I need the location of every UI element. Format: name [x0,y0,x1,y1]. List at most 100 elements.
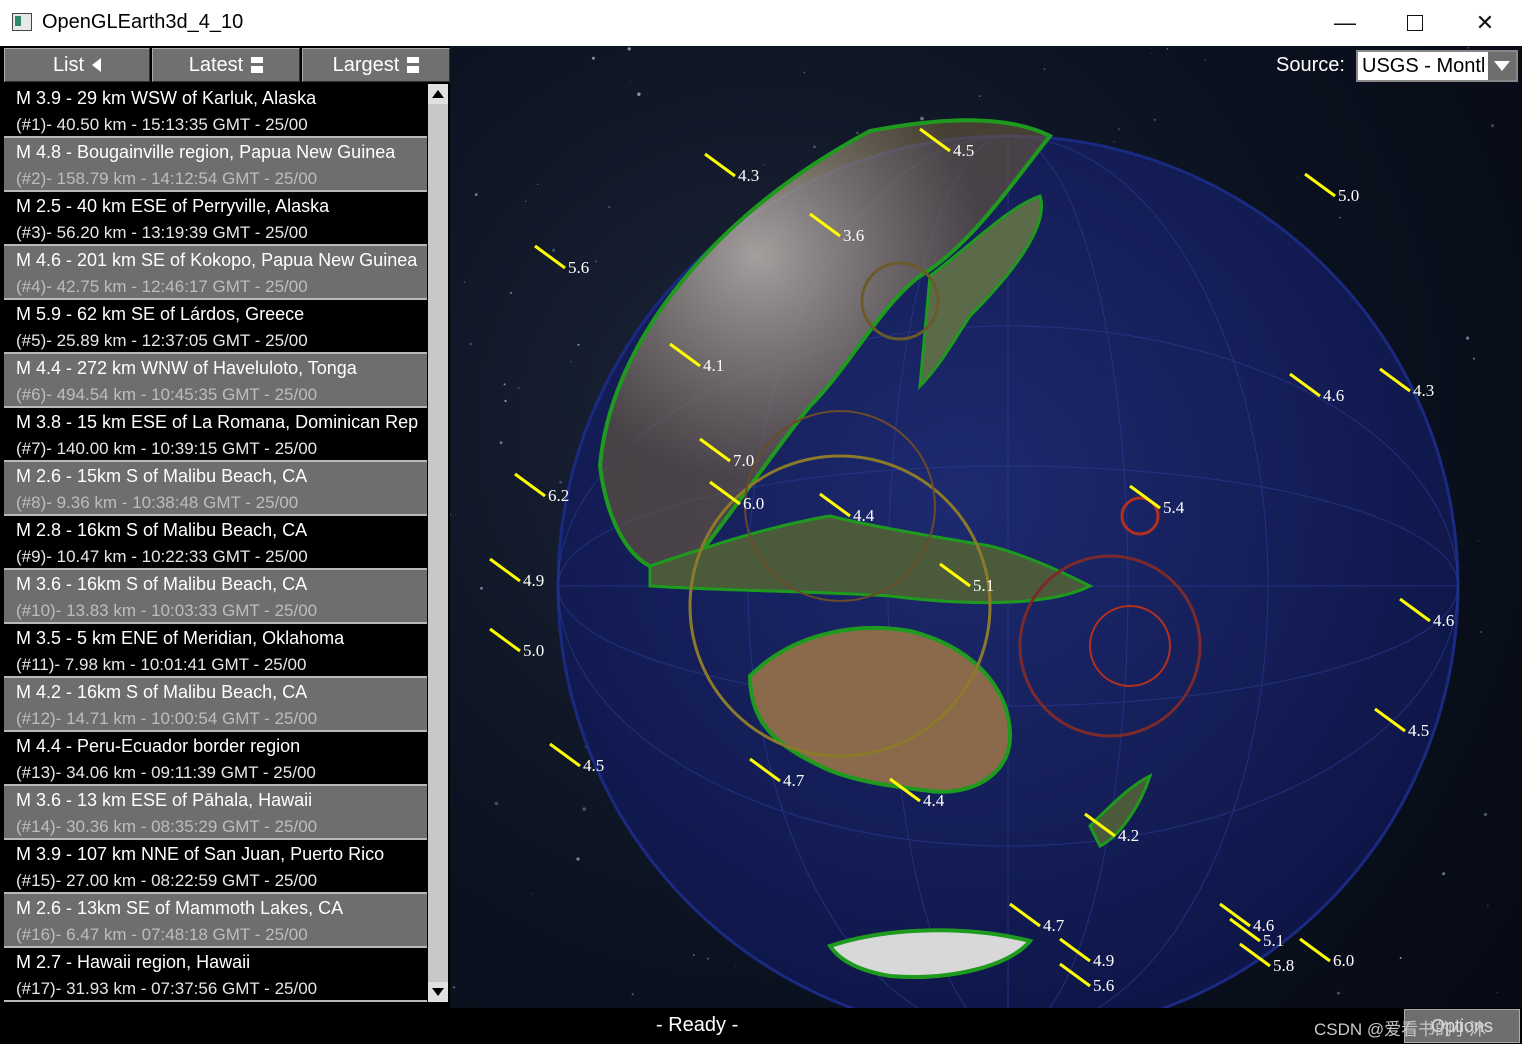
star [503,383,506,386]
list-item[interactable]: M 2.6 - 13km SE of Mammoth Lakes, CA (#16… [4,894,427,948]
magnitude-label: 4.4 [853,506,875,525]
list-item[interactable]: M 3.9 - 107 km NNE of San Juan, Puerto R… [4,840,427,894]
star [1151,52,1152,54]
magnitude-label: 4.5 [583,756,604,775]
quake-detail: (#8)- 9.36 km - 10:38:48 GMT - 25/00 [16,493,299,512]
magnitude-label: 4.9 [1093,951,1114,970]
star [525,200,527,202]
star [1490,124,1495,128]
star [463,281,466,283]
star [1478,540,1480,542]
chevron-down-icon [432,988,444,996]
quake-detail: (#16)- 6.47 km - 07:48:18 GMT - 25/00 [16,925,308,944]
quake-detail: (#13)- 34.06 km - 09:11:39 GMT - 25/00 [16,763,316,782]
quake-title: M 3.6 - 16km S of Malibu Beach, CA [16,574,308,594]
chevron-up-icon [432,90,444,98]
maximize-button[interactable] [1380,0,1450,46]
quake-title: M 4.4 - 272 km WNW of Haveluloto, Tonga [16,358,357,378]
list-item[interactable]: M 4.2 - 16km S of Malibu Beach, CA (#12)-… [4,678,427,732]
quake-title: M 2.8 - 16km S of Malibu Beach, CA [16,520,308,540]
magnitude-label: 5.1 [973,576,994,595]
list-item[interactable]: M 4.8 - Bougainville region, Papua New G… [4,138,427,192]
quake-detail: (#6)- 494.54 km - 10:45:35 GMT - 25/00 [16,385,318,404]
magnitude-label: 5.0 [1338,186,1359,205]
earthquake-list: M 3.9 - 29 km WSW of Karluk, Alaska (#1)-… [4,84,427,1002]
quake-detail: (#17)- 31.93 km - 07:37:56 GMT - 25/00 [16,979,318,998]
star [1336,991,1340,995]
source-label: Source: [1276,54,1345,76]
star [1153,118,1156,121]
star [469,342,472,346]
star [692,954,695,956]
star [1467,46,1470,49]
tab-largest[interactable]: Largest [302,48,450,82]
close-button[interactable]: ✕ [1450,0,1520,46]
star [494,801,499,806]
list-item[interactable]: M 3.9 - 29 km WSW of Karluk, Alaska (#1)-… [4,84,427,138]
magnitude-label: 5.0 [523,641,544,660]
magnitude-label: 6.0 [1333,951,1354,970]
list-item[interactable]: M 4.4 - 272 km WNW of Haveluloto, Tonga (… [4,354,427,408]
list-item[interactable]: M 3.8 - 15 km ESE of La Romana, Dominica… [4,408,427,462]
star [577,343,580,346]
quake-marker [704,152,736,178]
list-item[interactable]: M 2.5 - 40 km ESE of Perryville, Alaska (… [4,192,427,246]
tab-list[interactable]: List [4,48,150,82]
star [517,387,520,389]
quake-detail: (#11)- 7.98 km - 10:01:41 GMT - 25/00 [16,655,307,674]
watermark: CSDN @爱看书的小沐 [1314,1020,1487,1039]
magnitude-label: 5.4 [1163,498,1185,517]
quake-detail: (#14)- 30.36 km - 08:35:29 GMT - 25/00 [16,817,318,836]
magnitude-label: 4.1 [703,356,724,375]
list-item[interactable]: M 5.9 - 62 km SE of Lárdos, Greece (#5)- … [4,300,427,354]
star [637,92,641,96]
quake-detail: (#7)- 140.00 km - 10:39:15 GMT - 25/00 [16,439,318,458]
star [856,131,859,135]
list-item[interactable]: M 3.5 - 5 km ENE of Meridian, Oklahoma (#… [4,624,427,678]
list-tabs: List Latest Largest [4,48,450,82]
source-dropdown[interactable]: USGS - Montl [1356,50,1518,82]
star [1487,904,1489,907]
magnitude-label: 4.6 [1433,611,1454,630]
star [1480,631,1482,633]
star [559,480,563,484]
maximize-icon [1407,15,1423,31]
magnitude-label: 6.0 [743,494,764,513]
list-item[interactable]: M 2.8 - 16km S of Malibu Beach, CA (#9)- … [4,516,427,570]
globe-canvas[interactable]: 7.0 6.2 6.0 5.4 5.1 5.0 4.9 4.5 4.6 5.6 4.4 4.7 5.8 6… [450,46,1522,1008]
list-item[interactable]: M 2.6 - 15km S of Malibu Beach, CA (#8)- … [4,462,427,516]
list-item[interactable]: M 3.6 - 16km S of Malibu Beach, CA (#10)-… [4,570,427,624]
status-bar: - Ready - Options CSDN @爱看书的小沐 [0,1008,1522,1044]
list-item[interactable]: M 4.6 - 201 km SE of Kokopo, Papua New G… [4,246,427,300]
list-scrollbar[interactable] [428,84,448,1002]
minimize-button[interactable]: — [1310,0,1380,46]
quake-title: M 4.4 - Peru-Ecuador border region [16,736,301,756]
star [608,206,611,208]
scroll-up-button[interactable] [428,84,448,104]
star [735,965,737,967]
quake-title: M 2.7 - Hawaii region, Hawaii [16,952,251,972]
quake-marker [1299,937,1331,963]
star [920,116,924,121]
list-item[interactable]: M 2.7 - Hawaii region, Hawaii (#17)- 31.9… [4,948,427,1002]
globe-view[interactable]: 7.0 6.2 6.0 5.4 5.1 5.0 4.9 4.5 4.6 5.6 4.4 4.7 5.8 6… [450,46,1522,1008]
list-item[interactable]: M 4.4 - Peru-Ecuador border region (#13)-… [4,732,427,786]
close-icon: ✕ [1475,10,1495,35]
tab-list-label: List [52,53,85,76]
scroll-down-button[interactable] [428,982,448,1002]
quake-detail: (#4)- 42.75 km - 12:46:17 GMT - 25/00 [16,277,308,296]
magnitude-label: 7.0 [733,451,754,470]
star [813,145,816,149]
dropdown-arrow[interactable] [1488,52,1516,80]
magnitude-label: 4.6 [1253,916,1274,935]
tab-latest[interactable]: Latest [152,48,300,82]
star [1442,872,1446,876]
quake-title: M 3.5 - 5 km ENE of Meridian, Oklahoma [16,628,345,648]
star [532,893,534,895]
earthquake-list-panel: List Latest Largest M 3.9 - 29 km WSW of… [0,46,450,1008]
star [1399,957,1402,959]
star [480,586,483,590]
app-icon [12,13,32,31]
star [450,513,452,516]
list-item[interactable]: M 3.6 - 13 km ESE of Pāhala, Hawaii (#14)… [4,786,427,840]
